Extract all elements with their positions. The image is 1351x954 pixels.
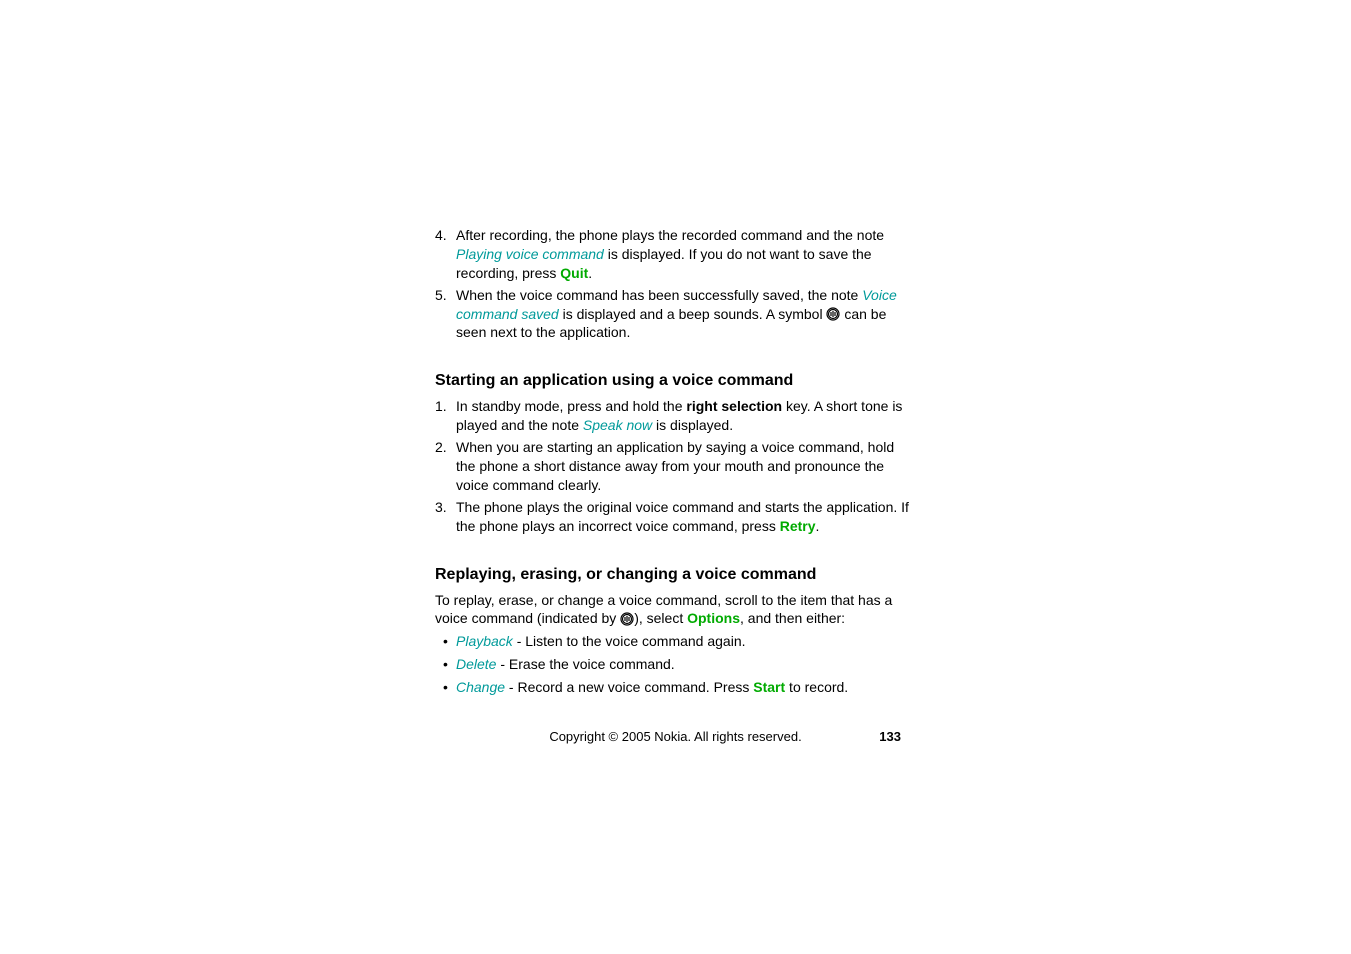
- bullet-text: Playback - Listen to the voice command a…: [456, 632, 915, 651]
- bullet-text: Delete - Erase the voice command.: [456, 655, 915, 674]
- text-fragment: ), select: [634, 610, 687, 626]
- list-item-text: In standby mode, press and hold the righ…: [456, 397, 915, 435]
- numbered-item-5: 5. When the voice command has been succe…: [435, 286, 915, 343]
- bullet-item: • Playback - Listen to the voice command…: [435, 632, 915, 651]
- menu-option: Delete: [456, 656, 496, 672]
- text-fragment: - Record a new voice command. Press: [505, 679, 753, 695]
- bullet-item: • Delete - Erase the voice command.: [435, 655, 915, 674]
- bullet-marker: •: [435, 655, 456, 674]
- text-fragment: - Listen to the voice command again.: [513, 633, 746, 649]
- section-heading: Replaying, erasing, or changing a voice …: [435, 566, 915, 584]
- numbered-item-4: 4. After recording, the phone plays the …: [435, 226, 915, 283]
- text-fragment: In standby mode, press and hold the: [456, 398, 686, 414]
- text-fragment: When the voice command has been successf…: [456, 287, 862, 303]
- list-number: 1.: [435, 397, 456, 435]
- list-number: 5.: [435, 286, 456, 343]
- list-item-text: When the voice command has been successf…: [456, 286, 915, 343]
- softkey-label: Start: [753, 679, 785, 695]
- text-fragment: - Erase the voice command.: [496, 656, 674, 672]
- numbered-item-3: 3. The phone plays the original voice co…: [435, 498, 915, 536]
- numbered-item-2: 2. When you are starting an application …: [435, 438, 915, 495]
- numbered-item-1: 1. In standby mode, press and hold the r…: [435, 397, 915, 435]
- ui-note-text: Playing voice command: [456, 246, 604, 262]
- list-number: 3.: [435, 498, 456, 536]
- list-item-text: When you are starting an application by …: [456, 438, 915, 495]
- bullet-marker: •: [435, 632, 456, 651]
- text-fragment: is displayed.: [652, 417, 733, 433]
- key-name: right selection: [686, 398, 782, 414]
- menu-option: Change: [456, 679, 505, 695]
- bullet-item: • Change - Record a new voice command. P…: [435, 678, 915, 697]
- text-fragment: After recording, the phone plays the rec…: [456, 227, 884, 243]
- section-heading: Starting an application using a voice co…: [435, 372, 915, 390]
- list-item-text: After recording, the phone plays the rec…: [456, 226, 915, 283]
- text-fragment: is displayed and a beep sounds. A symbol: [559, 306, 827, 322]
- softkey-label: Quit: [560, 265, 588, 281]
- bullet-marker: •: [435, 678, 456, 697]
- list-item-text: The phone plays the original voice comma…: [456, 498, 915, 536]
- softkey-label: Retry: [780, 518, 816, 534]
- softkey-label: Options: [687, 610, 740, 626]
- list-number: 2.: [435, 438, 456, 495]
- text-fragment: to record.: [785, 679, 848, 695]
- paragraph: To replay, erase, or change a voice comm…: [435, 591, 915, 629]
- text-fragment: .: [588, 265, 592, 281]
- copyright-text: Copyright © 2005 Nokia. All rights reser…: [0, 729, 1351, 744]
- text-fragment: .: [816, 518, 820, 534]
- page-footer: Copyright © 2005 Nokia. All rights reser…: [0, 729, 1351, 744]
- voice-command-icon: [826, 307, 840, 321]
- menu-option: Playback: [456, 633, 513, 649]
- list-number: 4.: [435, 226, 456, 283]
- bullet-text: Change - Record a new voice command. Pre…: [456, 678, 915, 697]
- text-fragment: , and then either:: [740, 610, 845, 626]
- page-number: 133: [879, 729, 901, 744]
- ui-note-text: Speak now: [583, 417, 652, 433]
- page-content: 4. After recording, the phone plays the …: [435, 226, 915, 701]
- text-fragment: The phone plays the original voice comma…: [456, 499, 909, 534]
- voice-command-icon: [620, 612, 634, 626]
